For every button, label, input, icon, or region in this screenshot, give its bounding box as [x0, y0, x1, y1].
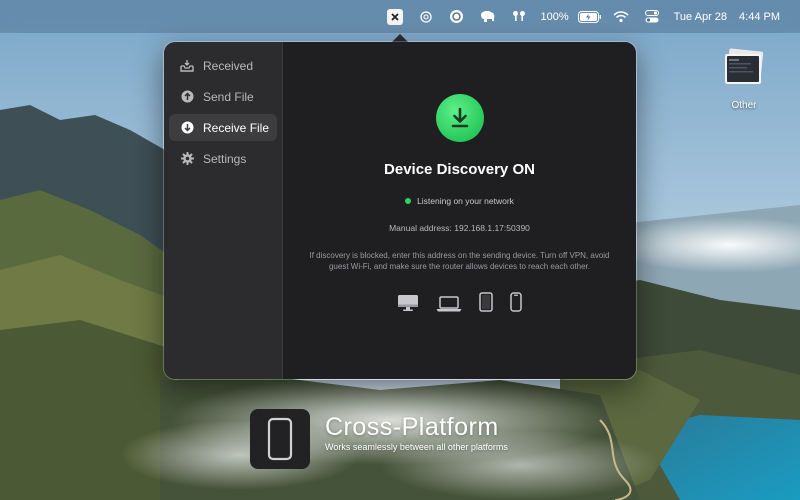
wifi-icon[interactable]	[606, 0, 637, 33]
desktop-icon	[397, 294, 419, 312]
chatgpt-icon[interactable]	[410, 0, 441, 33]
sidebar-item-settings[interactable]: Settings	[169, 145, 277, 172]
sidebar-item-label: Settings	[203, 151, 247, 166]
sidebar-item-label: Received	[203, 58, 254, 73]
control-center-icon[interactable]	[637, 0, 668, 33]
supported-devices	[397, 292, 522, 312]
sidebar-item-send-file[interactable]: Send File	[169, 83, 277, 110]
elephant-icon[interactable]	[472, 0, 503, 33]
desktop-item-label: Other	[731, 100, 757, 111]
folder-thumbnail-icon	[725, 48, 764, 84]
desktop-item-other[interactable]: Other	[721, 48, 767, 111]
menu-bar: 100% Tue Apr 28 4:44 PM	[0, 0, 800, 33]
phone-icon	[510, 292, 522, 312]
inbox-tray-icon	[180, 59, 194, 73]
menubar-date[interactable]: Tue Apr 28	[668, 0, 733, 33]
app-status-icon[interactable]	[379, 0, 410, 33]
battery-icon[interactable]	[575, 0, 606, 33]
app-popover: Received Send File Receive File Settings…	[163, 41, 637, 380]
discovery-title: Device Discovery ON	[384, 161, 535, 178]
promo-subtitle: Works seamlessly between all other platf…	[325, 442, 508, 452]
sidebar-item-label: Receive File	[203, 120, 270, 135]
tablet-icon	[479, 292, 493, 312]
gear-icon	[180, 152, 194, 166]
menubar-time[interactable]: 4:44 PM	[733, 0, 786, 33]
status-indicator-dot	[405, 198, 412, 204]
battery-percentage: 100%	[540, 10, 569, 23]
arrow-down-circle-icon	[180, 121, 194, 135]
download-icon	[435, 94, 484, 142]
sidebar-item-received[interactable]: Received	[169, 52, 277, 79]
promo-title: Cross-Platform	[325, 413, 499, 441]
arrow-up-circle-icon	[180, 90, 194, 104]
listening-status: Listening on your network	[405, 196, 514, 206]
status-text: Listening on your network	[417, 196, 514, 206]
sidebar-item-label: Send File	[203, 89, 254, 104]
receive-panel: Device Discovery ON Listening on your ne…	[283, 42, 636, 379]
cross-platform-phone-icon	[250, 409, 310, 469]
airpods-icon[interactable]	[503, 0, 534, 33]
laptop-icon	[436, 296, 462, 312]
sidebar-item-receive-file[interactable]: Receive File	[169, 114, 277, 141]
target-icon[interactable]	[441, 0, 472, 33]
help-text: If discovery is blocked, enter this addr…	[309, 251, 610, 271]
sidebar: Received Send File Receive File Settings	[164, 42, 283, 379]
manual-address: Manual address: 192.168.1.17:50390	[389, 223, 530, 233]
